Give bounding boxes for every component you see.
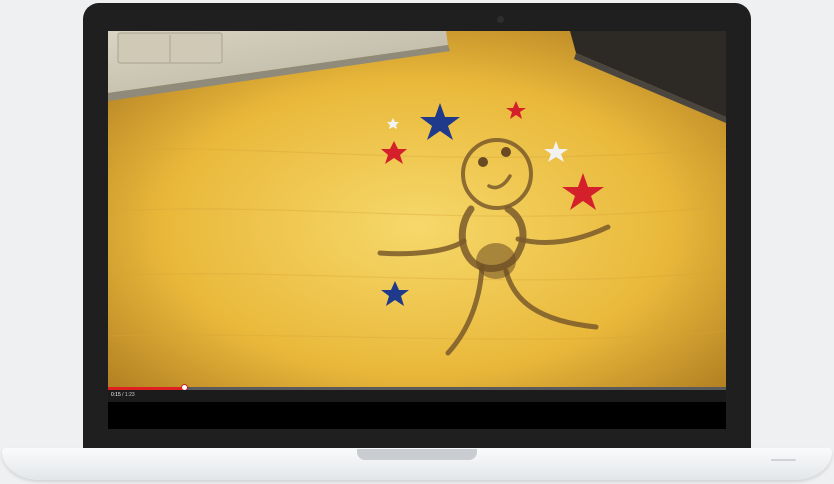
player-controls: 0:15 / 1:23	[108, 390, 726, 402]
video-frame[interactable]	[108, 31, 726, 387]
video-still-image	[108, 31, 726, 387]
laptop-mockup: 0:15 / 1:23	[0, 0, 834, 484]
duration: 1:23	[124, 392, 135, 398]
laptop-opening-notch	[357, 449, 477, 460]
webcam-icon	[497, 16, 504, 23]
time-display: 0:15 / 1:23	[111, 391, 135, 399]
laptop-screen: 0:15 / 1:23	[108, 31, 726, 429]
stain-blot	[476, 243, 516, 279]
current-time: 0:15	[111, 392, 121, 398]
power-indicator-icon	[771, 459, 796, 461]
